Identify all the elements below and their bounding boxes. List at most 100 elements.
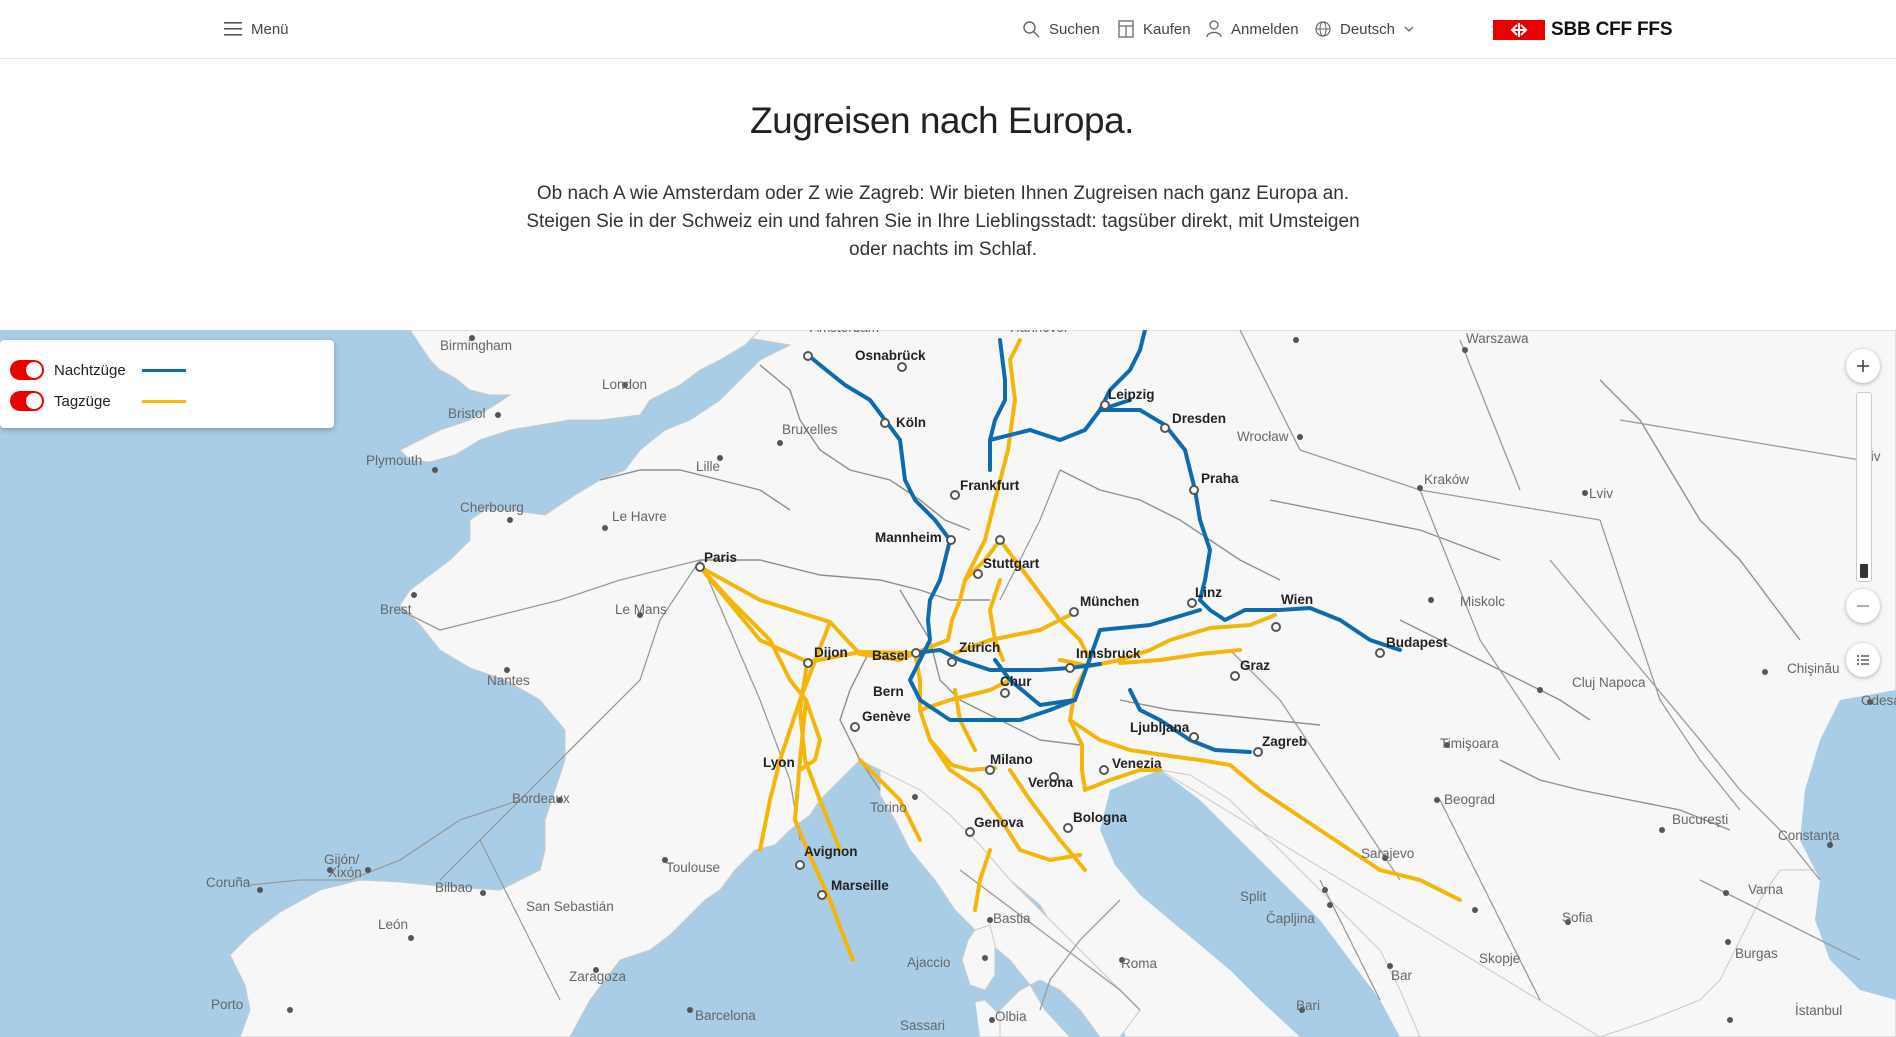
buy-button[interactable]: Kaufen bbox=[1118, 0, 1191, 58]
svg-text:München: München bbox=[1080, 594, 1139, 609]
svg-text:Bari: Bari bbox=[1296, 998, 1320, 1013]
svg-text:Beograd: Beograd bbox=[1444, 792, 1495, 807]
svg-text:Wien: Wien bbox=[1281, 592, 1313, 607]
svg-text:Bologna: Bologna bbox=[1073, 810, 1127, 825]
user-icon bbox=[1206, 20, 1222, 38]
minus-icon bbox=[1857, 605, 1869, 607]
night-trains-toggle[interactable] bbox=[10, 360, 44, 380]
ticket-icon bbox=[1118, 20, 1134, 38]
svg-text:Brest: Brest bbox=[380, 602, 412, 617]
svg-text:Bruxelles: Bruxelles bbox=[782, 422, 838, 437]
svg-text:Avignon: Avignon bbox=[804, 844, 858, 859]
svg-text:Leipzig: Leipzig bbox=[1108, 387, 1155, 402]
svg-text:Osnabrück: Osnabrück bbox=[855, 348, 926, 363]
svg-text:Zürich: Zürich bbox=[959, 640, 1000, 655]
svg-text:San Sebastián: San Sebastián bbox=[526, 899, 614, 914]
day-trains-line bbox=[142, 399, 186, 403]
svg-text:Nantes: Nantes bbox=[487, 673, 530, 688]
login-button[interactable]: Anmelden bbox=[1206, 0, 1299, 58]
menu-label: Menü bbox=[251, 20, 289, 38]
svg-text:Genova: Genova bbox=[974, 815, 1024, 830]
map-legend: Nachtzüge Tagzüge bbox=[0, 340, 334, 428]
svg-text:Stuttgart: Stuttgart bbox=[983, 556, 1040, 571]
night-trains-label: Nachtzüge bbox=[54, 361, 126, 379]
svg-text:Frankfurt: Frankfurt bbox=[960, 478, 1020, 493]
svg-text:Amsterdam: Amsterdam bbox=[810, 330, 879, 335]
zoom-out-button[interactable] bbox=[1846, 589, 1880, 623]
svg-text:Bar: Bar bbox=[1391, 968, 1413, 983]
svg-text:Lyon: Lyon bbox=[763, 755, 795, 770]
globe-icon bbox=[1315, 21, 1331, 37]
page-title: Zugreisen nach Europa. bbox=[750, 100, 1134, 141]
language-selector[interactable]: Deutsch bbox=[1315, 0, 1414, 58]
zoom-slider[interactable] bbox=[1856, 392, 1872, 582]
login-label: Anmelden bbox=[1231, 20, 1299, 38]
menu-button[interactable]: Menü bbox=[224, 0, 289, 58]
day-trains-toggle[interactable] bbox=[10, 391, 44, 411]
svg-text:Sofia: Sofia bbox=[1562, 910, 1593, 925]
map-base: Osnabrück Köln Frankfurt Mannheim Stuttg… bbox=[206, 330, 1896, 1037]
buy-label: Kaufen bbox=[1143, 20, 1191, 38]
svg-text:İstanbul: İstanbul bbox=[1795, 1003, 1842, 1018]
svg-text:Genève: Genève bbox=[862, 709, 911, 724]
svg-text:Roma: Roma bbox=[1121, 956, 1158, 971]
svg-text:Zaragoza: Zaragoza bbox=[569, 969, 627, 984]
zoom-slider-thumb[interactable] bbox=[1860, 564, 1868, 578]
svg-text:Sassari: Sassari bbox=[900, 1018, 945, 1033]
svg-text:Lviv: Lviv bbox=[1589, 486, 1613, 501]
svg-text:Le Mans: Le Mans bbox=[615, 602, 667, 617]
svg-text:Constanţa: Constanţa bbox=[1778, 828, 1840, 843]
search-icon bbox=[1023, 20, 1040, 37]
svg-text:Paris: Paris bbox=[704, 550, 737, 565]
logo-text: SBB CFF FFS bbox=[1551, 19, 1673, 40]
svg-text:Ljubljana: Ljubljana bbox=[1130, 720, 1190, 735]
svg-text:Innsbruck: Innsbruck bbox=[1076, 646, 1141, 661]
svg-text:Miskolc: Miskolc bbox=[1460, 594, 1505, 609]
sbb-logo[interactable]: SBB CFF FFS bbox=[1493, 19, 1673, 40]
list-view-button[interactable] bbox=[1846, 643, 1880, 677]
svg-text:Budapest: Budapest bbox=[1386, 635, 1448, 650]
svg-text:Bristol: Bristol bbox=[448, 406, 486, 421]
svg-text:Cluj Napoca: Cluj Napoca bbox=[1572, 675, 1646, 690]
svg-text:Wrocław: Wrocław bbox=[1237, 429, 1289, 444]
svg-text:Toulouse: Toulouse bbox=[666, 860, 720, 875]
svg-text:Bilbao: Bilbao bbox=[435, 880, 473, 895]
svg-text:Burgas: Burgas bbox=[1735, 946, 1778, 961]
svg-text:Xixón: Xixón bbox=[328, 865, 362, 880]
svg-text:Torino: Torino bbox=[870, 800, 907, 815]
svg-text:Odesa: Odesa bbox=[1861, 693, 1896, 708]
svg-text:Ajaccio: Ajaccio bbox=[907, 955, 951, 970]
svg-text:Birmingham: Birmingham bbox=[440, 338, 512, 353]
svg-text:Köln: Köln bbox=[896, 415, 926, 430]
list-icon bbox=[1857, 655, 1869, 665]
hamburger-icon bbox=[224, 22, 242, 36]
svg-text:León: León bbox=[378, 917, 408, 932]
svg-text:Le Havre: Le Havre bbox=[612, 509, 667, 524]
europe-rail-map[interactable]: Osnabrück Köln Frankfurt Mannheim Stuttg… bbox=[0, 330, 1896, 1037]
day-trains-label: Tagzüge bbox=[54, 392, 111, 410]
svg-text:Linz: Linz bbox=[1195, 585, 1222, 600]
svg-text:Chur: Chur bbox=[1000, 674, 1032, 689]
chevron-down-icon bbox=[1404, 26, 1414, 32]
svg-text:Marseille: Marseille bbox=[831, 878, 889, 893]
sbb-logo-icon bbox=[1493, 20, 1545, 40]
svg-text:Hannover: Hannover bbox=[1010, 330, 1069, 335]
svg-text:Čapljina: Čapljina bbox=[1266, 911, 1315, 926]
svg-text:Plymouth: Plymouth bbox=[366, 453, 422, 468]
legend-day-row[interactable]: Tagzüge bbox=[10, 389, 186, 413]
svg-text:Barcelona: Barcelona bbox=[695, 1008, 756, 1023]
svg-text:Coruña: Coruña bbox=[206, 875, 251, 890]
zoom-in-button[interactable] bbox=[1846, 349, 1880, 383]
top-header: Menü Suchen Kaufen Anmelden Deutsch SBB … bbox=[0, 0, 1896, 59]
svg-text:London: London bbox=[602, 377, 647, 392]
svg-text:Dresden: Dresden bbox=[1172, 411, 1226, 426]
svg-text:Chişinău: Chişinău bbox=[1787, 661, 1840, 676]
svg-text:Varna: Varna bbox=[1748, 882, 1784, 897]
svg-text:Sarajevo: Sarajevo bbox=[1361, 846, 1414, 861]
svg-text:Olbia: Olbia bbox=[995, 1009, 1027, 1024]
svg-text:Warszawa: Warszawa bbox=[1466, 331, 1529, 346]
search-label: Suchen bbox=[1049, 20, 1100, 38]
svg-text:Porto: Porto bbox=[211, 997, 243, 1012]
legend-night-row[interactable]: Nachtzüge bbox=[10, 358, 186, 382]
search-button[interactable]: Suchen bbox=[1023, 0, 1100, 58]
